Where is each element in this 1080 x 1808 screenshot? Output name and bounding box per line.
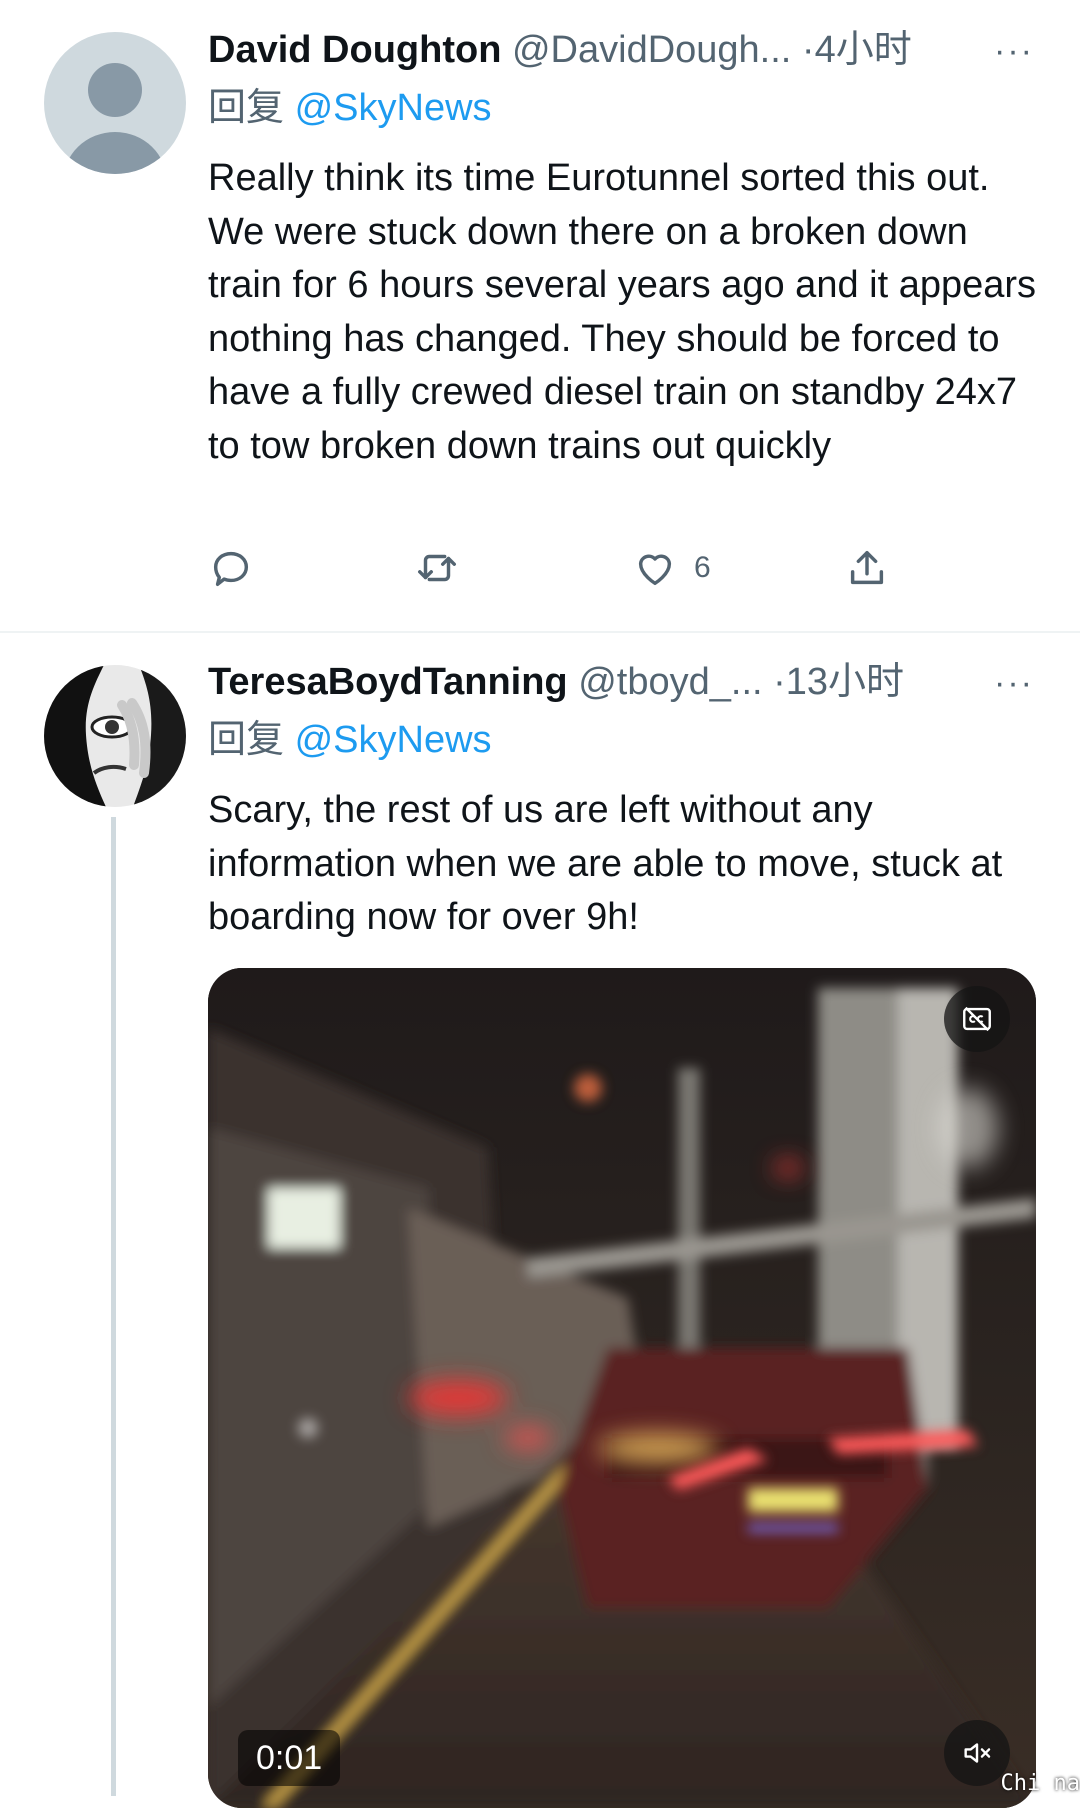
reply-context: 回复 @SkyNews (208, 84, 492, 132)
like-count: 6 (694, 551, 711, 584)
reply-context: 回复 @SkyNews (208, 716, 492, 764)
like-button[interactable]: 6 (632, 545, 711, 591)
video-duration: 0:01 (238, 1730, 341, 1786)
tweet-1[interactable]: David Doughton @DavidDough... ·4小时 ··· 回… (0, 0, 1080, 632)
mention-link[interactable]: @SkyNews (295, 719, 492, 761)
display-name[interactable]: TeresaBoydTanning (208, 661, 568, 703)
captions-off-icon[interactable] (944, 986, 1010, 1052)
share-icon (850, 550, 884, 585)
reply-prefix: 回复 (208, 719, 285, 761)
user-handle[interactable]: @tboyd_... (578, 661, 762, 703)
mention-link[interactable]: @SkyNews (295, 87, 492, 129)
heart-icon (638, 554, 672, 586)
more-options-icon[interactable]: ··· (994, 666, 1034, 700)
tweet-divider (0, 631, 1080, 633)
more-options-icon[interactable]: ··· (994, 34, 1034, 68)
retweet-icon (418, 554, 456, 582)
video-frame (208, 968, 1036, 1808)
display-name[interactable]: David Doughton (208, 29, 501, 71)
captions-icon-graphic (963, 1006, 991, 1032)
profile-photo-icon (44, 665, 186, 807)
speaker-icon-graphic (964, 1743, 991, 1763)
thread-line (111, 817, 116, 1796)
default-avatar-icon (63, 63, 167, 174)
reply-icon (213, 551, 249, 587)
separator-dot: · (801, 29, 815, 71)
avatar-default[interactable] (44, 32, 186, 174)
watermark: Chi na (1000, 1771, 1080, 1796)
share-button[interactable] (844, 545, 890, 591)
tweet-text: Scary, the rest of us are left without a… (208, 789, 1003, 938)
video-player[interactable]: 0:01 (208, 968, 1036, 1808)
user-handle[interactable]: @DavidDough... (512, 29, 791, 71)
retweet-button[interactable] (414, 545, 460, 591)
tweet-header: David Doughton @DavidDough... ·4小时 (208, 26, 912, 74)
timestamp[interactable]: 13小时 (786, 661, 904, 703)
tweet-text: Really think its time Eurotunnel sorted … (208, 157, 1037, 467)
reply-button[interactable] (208, 545, 254, 591)
timestamp[interactable]: 4小时 (815, 29, 912, 71)
reply-prefix: 回复 (208, 87, 285, 129)
tweet-header: TeresaBoydTanning @tboyd_... ·13小时 (208, 658, 904, 706)
action-bar: 6 (208, 545, 898, 595)
separator-dot: · (773, 661, 786, 703)
avatar[interactable] (44, 665, 186, 807)
